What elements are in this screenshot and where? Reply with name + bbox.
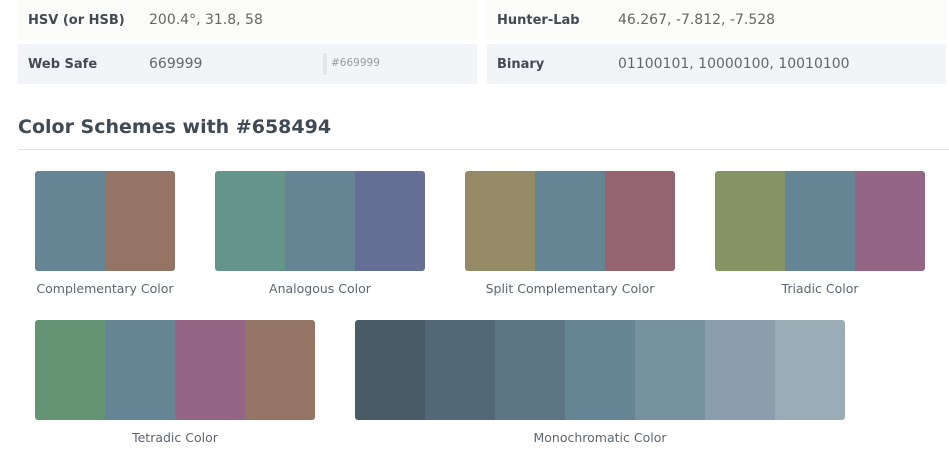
web-safe-row: Web Safe 669999 #669999 — [18, 44, 477, 84]
hunter-lab-label: Hunter-Lab — [497, 12, 580, 28]
web-safe-value: 669999 — [149, 56, 203, 72]
color-swatch[interactable] — [715, 171, 785, 271]
binary-row: Binary 01100101, 10000100, 10010100 — [487, 44, 946, 84]
web-safe-swatch — [323, 53, 327, 75]
swatch-strip[interactable] — [355, 320, 845, 420]
scheme-caption: Analogous Color — [269, 281, 371, 296]
color-swatch[interactable] — [495, 320, 565, 420]
heading-divider — [18, 149, 949, 150]
hsv-row: HSV (or HSB) 200.4°, 31.8, 58 — [18, 0, 477, 40]
color-swatch[interactable] — [605, 171, 675, 271]
color-swatch[interactable] — [285, 171, 355, 271]
scheme-monochromatic[interactable]: Monochromatic Color — [355, 320, 845, 445]
scheme-caption: Monochromatic Color — [533, 430, 667, 445]
color-swatch[interactable] — [105, 171, 175, 271]
swatch-strip[interactable] — [465, 171, 675, 271]
swatch-strip[interactable] — [215, 171, 425, 271]
color-swatch[interactable] — [215, 171, 285, 271]
scheme-complementary[interactable]: Complementary Color — [35, 171, 175, 296]
color-swatch[interactable] — [245, 320, 315, 420]
web-safe-label: Web Safe — [28, 56, 98, 72]
hunter-lab-value: 46.267, -7.812, -7.528 — [618, 12, 776, 28]
color-swatch[interactable] — [565, 320, 635, 420]
color-swatch[interactable] — [105, 320, 175, 420]
hunter-lab-row: Hunter-Lab 46.267, -7.812, -7.528 — [487, 0, 946, 40]
color-swatch[interactable] — [35, 171, 105, 271]
color-swatch[interactable] — [35, 320, 105, 420]
scheme-caption: Triadic Color — [781, 281, 859, 296]
color-swatch[interactable] — [425, 320, 495, 420]
web-safe-hex: #669999 — [331, 57, 380, 69]
swatch-strip[interactable] — [715, 171, 925, 271]
color-swatch[interactable] — [465, 171, 535, 271]
scheme-caption: Split Complementary Color — [485, 281, 655, 296]
scheme-triadic[interactable]: Triadic Color — [715, 171, 925, 296]
color-swatch[interactable] — [175, 320, 245, 420]
color-swatch[interactable] — [705, 320, 775, 420]
color-swatch[interactable] — [355, 171, 425, 271]
color-swatch[interactable] — [855, 171, 925, 271]
color-swatch[interactable] — [535, 171, 605, 271]
scheme-caption: Complementary Color — [36, 281, 174, 296]
hsv-value: 200.4°, 31.8, 58 — [149, 12, 263, 28]
color-swatch[interactable] — [635, 320, 705, 420]
scheme-split-complementary[interactable]: Split Complementary Color — [465, 171, 675, 296]
color-schemes-heading: Color Schemes with #658494 — [18, 116, 332, 138]
swatch-strip[interactable] — [35, 171, 175, 271]
color-swatch[interactable] — [355, 320, 425, 420]
scheme-tetradic[interactable]: Tetradic Color — [35, 320, 315, 445]
binary-value: 01100101, 10000100, 10010100 — [618, 56, 850, 72]
binary-label: Binary — [497, 56, 545, 72]
hsv-label: HSV (or HSB) — [28, 12, 125, 28]
swatch-strip[interactable] — [35, 320, 315, 420]
scheme-caption: Tetradic Color — [132, 430, 218, 445]
color-swatch[interactable] — [785, 171, 855, 271]
scheme-analogous[interactable]: Analogous Color — [215, 171, 425, 296]
color-swatch[interactable] — [775, 320, 845, 420]
